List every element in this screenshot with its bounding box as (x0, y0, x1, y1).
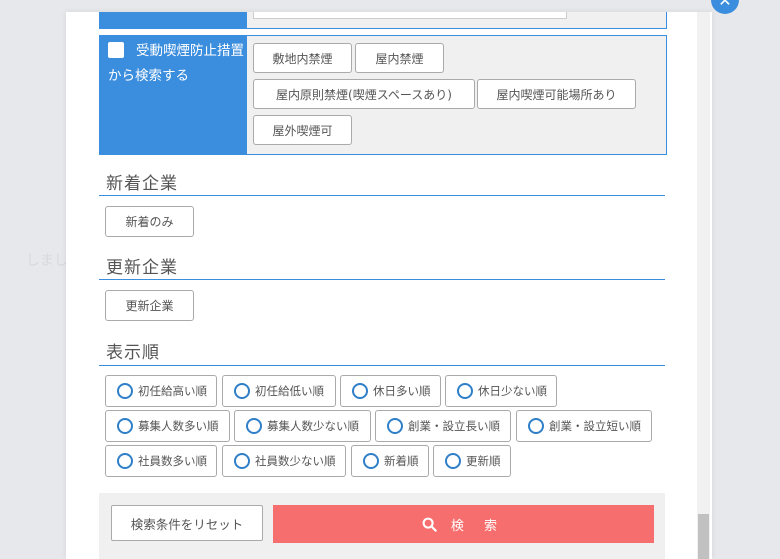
search-modal: 受動喫煙防止措置から検索する 敷地内禁煙 屋内禁煙 屋内原則禁煙(喫煙スペースあ… (66, 12, 712, 559)
smoking-filter-row: 受動喫煙防止措置から検索する 敷地内禁煙 屋内禁煙 屋内原則禁煙(喫煙スペースあ… (99, 35, 667, 155)
sort-option[interactable]: 初任給高い順 (105, 375, 217, 407)
sort-option[interactable]: 休日少ない順 (445, 375, 557, 407)
radio-circle-icon (445, 453, 461, 469)
smoking-option-3[interactable]: 屋内原則禁煙(喫煙スペースあり) (253, 79, 475, 109)
close-modal-button[interactable]: ✕ (711, 0, 739, 14)
radio-circle-icon (528, 418, 544, 434)
updated-company-divider (99, 279, 665, 280)
updated-company-button[interactable]: 更新企業 (105, 290, 194, 321)
previous-filter-input[interactable] (253, 12, 567, 19)
sort-option[interactable]: 募集人数少ない順 (234, 410, 371, 442)
smoking-option-5[interactable]: 屋外喫煙可 (253, 115, 352, 145)
previous-filter-row (99, 12, 667, 29)
sort-option[interactable]: 初任給低い順 (222, 375, 336, 407)
reset-conditions-button[interactable]: 検索条件をリセット (111, 505, 263, 541)
radio-circle-icon (246, 418, 262, 434)
radio-circle-icon (352, 383, 368, 399)
previous-filter-label-cell (100, 12, 247, 28)
search-icon (422, 517, 437, 532)
sort-order-divider (99, 365, 665, 366)
smoking-filter-label: 受動喫煙防止措置から検索する (100, 36, 247, 154)
radio-circle-icon (387, 418, 403, 434)
radio-circle-icon (234, 383, 250, 399)
new-company-divider (99, 195, 665, 196)
smoking-option-1[interactable]: 敷地内禁煙 (253, 43, 352, 73)
sort-option[interactable]: 社員数少ない順 (222, 445, 346, 477)
radio-circle-icon (457, 383, 473, 399)
modal-footer: 検索条件をリセット 検 索 (99, 493, 665, 559)
search-button-label: 検 索 (450, 518, 506, 534)
scrollbar-thumb[interactable] (698, 514, 709, 559)
smoking-filter-checkbox[interactable] (108, 42, 124, 58)
radio-circle-icon (117, 383, 133, 399)
radio-circle-icon (117, 453, 133, 469)
smoking-filter-label-text: 受動喫煙防止措置から検索する (108, 43, 244, 84)
sort-option[interactable]: 休日多い順 (340, 375, 441, 407)
sort-option[interactable]: 創業・設立長い順 (375, 410, 511, 442)
radio-circle-icon (234, 453, 250, 469)
sort-option[interactable]: 社員数多い順 (105, 445, 217, 477)
search-button[interactable]: 検 索 (273, 505, 654, 543)
sort-order-title: 表示順 (106, 343, 160, 363)
sort-option[interactable]: 創業・設立短い順 (516, 410, 652, 442)
sort-option[interactable]: 新着順 (351, 445, 429, 477)
radio-circle-icon (117, 418, 133, 434)
sort-option[interactable]: 募集人数多い順 (105, 410, 230, 442)
close-icon: ✕ (718, 0, 732, 10)
smoking-option-2[interactable]: 屋内禁煙 (355, 43, 444, 73)
sort-option[interactable]: 更新順 (433, 445, 511, 477)
smoking-option-4[interactable]: 屋内喫煙可能場所あり (477, 79, 636, 109)
updated-company-title: 更新企業 (106, 258, 178, 278)
radio-circle-icon (363, 453, 379, 469)
new-only-button[interactable]: 新着のみ (105, 206, 194, 237)
new-company-title: 新着企業 (106, 174, 178, 194)
modal-scrollbar[interactable] (697, 12, 710, 559)
